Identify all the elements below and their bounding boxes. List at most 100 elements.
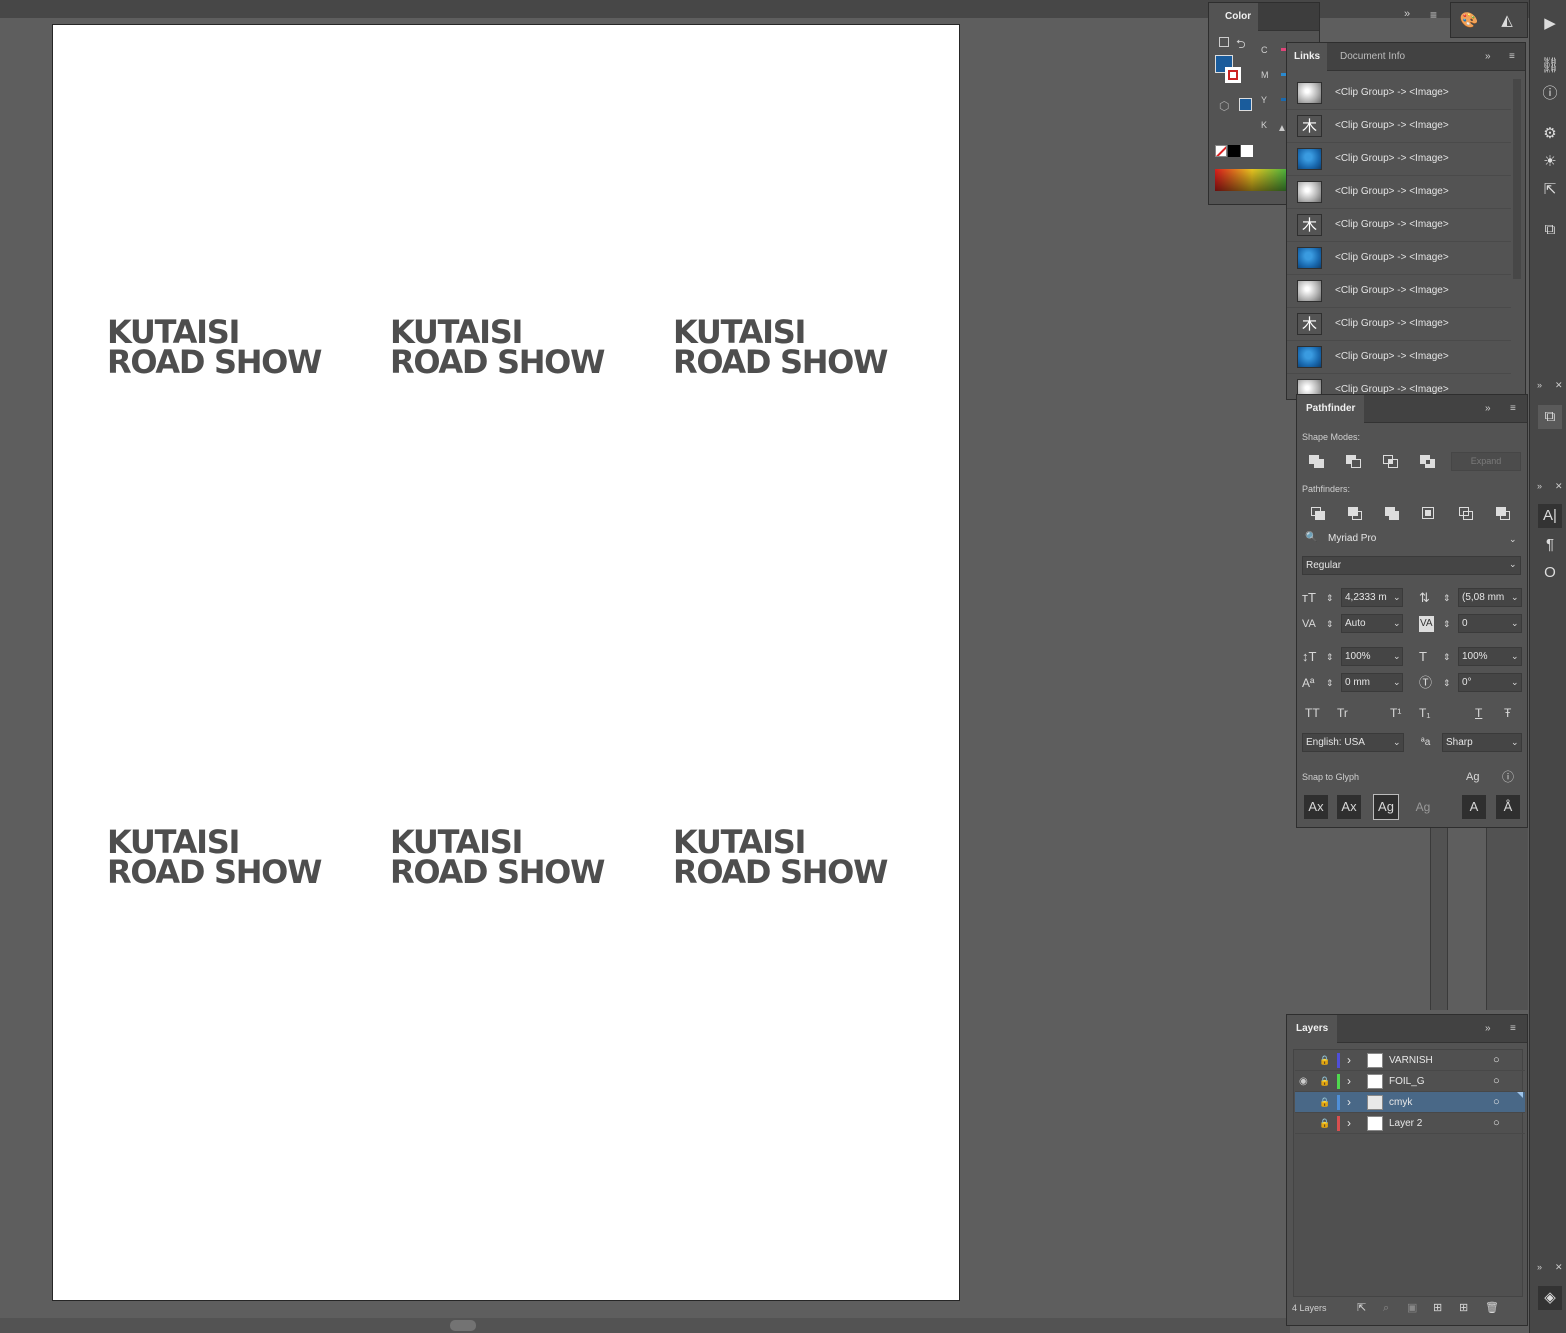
stepper-icon[interactable]: ⇕ [1326, 616, 1334, 632]
stepper-icon[interactable]: ⇕ [1443, 649, 1451, 665]
trash-icon[interactable]: 🗑 [1485, 1300, 1499, 1316]
intersect-icon[interactable] [1383, 455, 1399, 469]
links-icon[interactable]: ⛓ [1538, 54, 1562, 78]
list-item[interactable]: <Clip Group> -> <Image> [1287, 341, 1511, 374]
character-icon[interactable]: A| [1538, 504, 1562, 528]
stepper-icon[interactable]: ⇕ [1326, 649, 1334, 665]
logo-kutaisi-road-show[interactable]: KUTAISI ROAD SHOW [673, 316, 888, 378]
dock-collapse-icon[interactable]: » [1537, 380, 1542, 390]
chevron-right-icon[interactable]: › [1347, 1092, 1351, 1113]
layers-collapse-icon[interactable]: » [1485, 1023, 1491, 1035]
tab-links[interactable]: Links [1287, 43, 1328, 71]
search-icon[interactable]: 🔍 [1305, 532, 1317, 543]
list-item[interactable]: <Clip Group> -> <Image> [1287, 275, 1511, 308]
font-style-field[interactable]: Regular [1302, 556, 1521, 575]
minus-front-icon[interactable] [1346, 455, 1362, 469]
play-icon[interactable]: ▶ [1538, 12, 1562, 36]
list-item[interactable]: ⽊ <Clip Group> -> <Image> [1287, 209, 1511, 242]
snap-glyph-icon[interactable]: Ag [1466, 769, 1479, 785]
stepper-icon[interactable]: ⇕ [1443, 616, 1451, 632]
eye-icon[interactable]: ◉ [1299, 1071, 1308, 1092]
layer-name[interactable]: Layer 2 [1389, 1113, 1422, 1134]
strikethrough-icon[interactable]: Ŧ [1504, 705, 1511, 721]
export-icon[interactable]: ⇱ [1538, 178, 1562, 202]
color-spectrum[interactable] [1215, 169, 1289, 191]
chevron-down-icon[interactable]: ⌄ [1393, 651, 1401, 662]
chevron-down-icon[interactable]: ⌄ [1511, 677, 1519, 688]
lock-icon[interactable]: 🔒 [1319, 1092, 1330, 1113]
chevron-down-icon[interactable]: ⌄ [1393, 737, 1401, 748]
appearance-icon[interactable]: ☀ [1538, 150, 1562, 174]
subscript-icon[interactable]: T₁ [1419, 705, 1430, 721]
stepper-icon[interactable]: ⇕ [1443, 675, 1451, 691]
minus-back-icon[interactable] [1496, 507, 1512, 521]
dock-close-icon[interactable]: ✕ [1555, 380, 1563, 391]
artboard[interactable]: KUTAISI ROAD SHOW KUTAISI ROAD SHOW KUTA… [52, 24, 960, 1301]
layers-menu-icon[interactable]: ≡ [1510, 1023, 1516, 1035]
export-icon[interactable]: ⇱ [1357, 1300, 1366, 1316]
list-item[interactable]: <Clip Group> -> <Image> [1287, 77, 1511, 110]
dock-close-icon[interactable]: ✕ [1555, 1262, 1563, 1273]
logo-kutaisi-road-show[interactable]: KUTAISI ROAD SHOW [390, 316, 605, 378]
outline-icon[interactable] [1459, 507, 1475, 521]
layer-row-foil-g[interactable]: ◉ 🔒 › FOIL_G ○ [1295, 1071, 1525, 1092]
horizontal-scroll-thumb[interactable] [450, 1320, 476, 1331]
layer-name[interactable]: cmyk [1389, 1092, 1412, 1113]
dock-collapse-icon[interactable]: » [1537, 481, 1542, 491]
chevron-down-icon[interactable]: ⌄ [1393, 592, 1401, 603]
links-collapse-icon[interactable]: » [1485, 51, 1491, 63]
snap-anchor-icon[interactable]: Å [1496, 795, 1520, 819]
horizontal-scrollbar[interactable] [0, 1318, 1290, 1333]
chevron-down-icon[interactable]: ⌄ [1509, 534, 1517, 545]
chevron-down-icon[interactable]: ⌄ [1511, 737, 1519, 748]
pathfinder-icon[interactable]: ⧉ [1538, 405, 1562, 429]
layer-name[interactable]: VARNISH [1389, 1050, 1433, 1071]
gear-icon[interactable]: ⚙ [1538, 122, 1562, 146]
target-icon[interactable]: ○ [1493, 1050, 1500, 1071]
logo-kutaisi-road-show[interactable]: KUTAISI ROAD SHOW [390, 826, 605, 888]
white-swatch[interactable] [1241, 145, 1253, 157]
stroke-swatch[interactable] [1225, 67, 1241, 83]
chevron-right-icon[interactable]: › [1347, 1113, 1351, 1134]
stepper-icon[interactable]: ⇕ [1326, 675, 1334, 691]
chevron-down-icon[interactable]: ⌄ [1511, 592, 1519, 603]
antialias-select[interactable]: Sharp [1442, 733, 1522, 752]
snap-angular-icon[interactable]: A [1462, 795, 1486, 819]
swap-fill-stroke-icon[interactable]: ⮌ [1236, 35, 1246, 56]
color-menu-icon[interactable]: ≡ [1430, 8, 1437, 22]
chevron-right-icon[interactable]: › [1347, 1050, 1351, 1071]
none-swatch[interactable] [1215, 145, 1227, 157]
search-icon[interactable]: ⌕ [1383, 1300, 1389, 1316]
lock-icon[interactable]: 🔒 [1319, 1113, 1330, 1134]
chevron-down-icon[interactable]: ⌄ [1511, 651, 1519, 662]
lock-icon[interactable]: 🔒 [1319, 1071, 1330, 1092]
new-layer-icon[interactable]: ⊞ [1459, 1300, 1468, 1316]
logo-kutaisi-road-show[interactable]: KUTAISI ROAD SHOW [673, 826, 888, 888]
info-icon[interactable]: ⓘ [1502, 769, 1514, 785]
target-icon[interactable]: ○ [1493, 1113, 1500, 1134]
trim-icon[interactable] [1348, 507, 1364, 521]
document-info-icon[interactable]: ⓘ [1538, 82, 1562, 106]
target-icon[interactable]: ○ [1493, 1092, 1500, 1113]
layer-row-varnish[interactable]: 🔒 › VARNISH ○ [1295, 1050, 1525, 1071]
layers-icon[interactable]: ◈ [1538, 1286, 1562, 1310]
chevron-right-icon[interactable]: › [1347, 1071, 1351, 1092]
tab-pathfinder[interactable]: Pathfinder [1297, 395, 1365, 423]
black-swatch[interactable] [1228, 145, 1240, 157]
target-icon[interactable]: ○ [1493, 1071, 1500, 1092]
snap-glyph-bounds-icon[interactable]: Ag [1373, 794, 1399, 820]
lock-icon[interactable]: 🔒 [1319, 1050, 1330, 1071]
palette-icon[interactable]: 🎨 [1457, 9, 1481, 33]
tab-color[interactable]: Color [1209, 3, 1259, 31]
links-scrollbar[interactable] [1513, 79, 1521, 279]
make-clipping-mask-icon[interactable]: ▣ [1407, 1300, 1417, 1316]
new-sublayer-icon[interactable]: ⊞ [1433, 1300, 1442, 1316]
tab-document-info[interactable]: Document Info [1333, 43, 1412, 71]
unite-icon[interactable] [1309, 455, 1325, 469]
chevron-down-icon[interactable]: ⌄ [1511, 618, 1519, 629]
superscript-icon[interactable]: T¹ [1390, 705, 1401, 721]
layer-name[interactable]: FOIL_G [1389, 1071, 1425, 1092]
list-item[interactable]: ⽊ <Clip Group> -> <Image> [1287, 308, 1511, 341]
tab-layers[interactable]: Layers [1287, 1015, 1338, 1043]
small-caps-icon[interactable]: Tr [1337, 705, 1348, 721]
